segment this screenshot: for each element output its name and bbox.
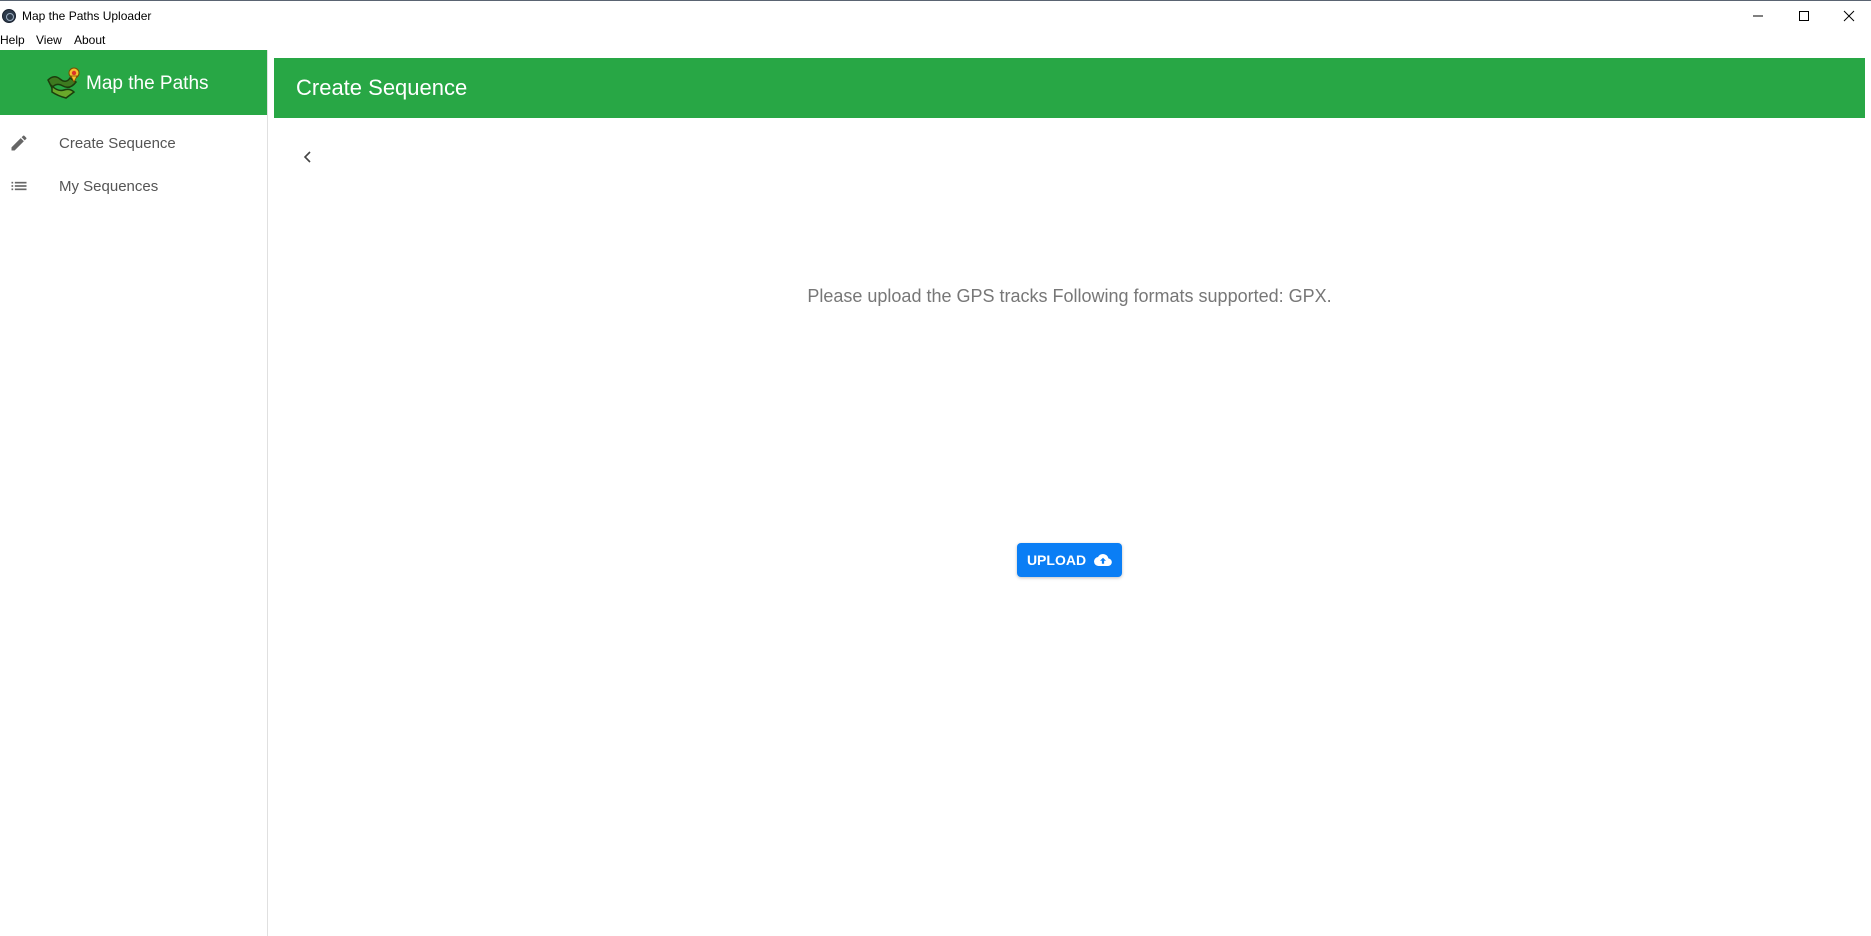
- menu-about[interactable]: About: [74, 33, 105, 47]
- back-button[interactable]: [302, 145, 314, 169]
- sidebar-item-label: Create Sequence: [59, 135, 176, 152]
- menu-bar: Help View About: [0, 30, 1871, 50]
- menu-view[interactable]: View: [36, 33, 62, 47]
- close-button[interactable]: [1826, 1, 1871, 31]
- cloud-upload-icon: [1094, 554, 1112, 566]
- title-bar: Map the Paths Uploader: [0, 0, 1871, 30]
- page-title: Create Sequence: [296, 75, 468, 100]
- sidebar-item-create-sequence[interactable]: Create Sequence: [0, 123, 267, 163]
- app-icon: [2, 9, 16, 23]
- brand-header[interactable]: Map the Paths: [0, 50, 267, 115]
- sidebar-item-my-sequences[interactable]: My Sequences: [0, 166, 267, 206]
- upload-button[interactable]: UPLOAD: [1017, 543, 1122, 577]
- maximize-button[interactable]: [1781, 1, 1827, 31]
- sidebar: Map the Paths Create Sequence My Sequenc…: [0, 50, 268, 936]
- chevron-left-icon: [303, 151, 311, 163]
- page-header: Create Sequence: [274, 58, 1865, 118]
- pencil-icon: [11, 135, 27, 151]
- map-logo-icon: [47, 67, 80, 99]
- brand-name: Map the Paths: [86, 73, 209, 94]
- minimize-icon: [1753, 15, 1763, 17]
- list-icon: [11, 181, 27, 191]
- minimize-button[interactable]: [1735, 1, 1781, 31]
- menu-help[interactable]: Help: [0, 33, 25, 47]
- upload-button-label: UPLOAD: [1026, 552, 1087, 568]
- close-icon: [1843, 10, 1855, 22]
- maximize-icon: [1799, 11, 1809, 21]
- window-title: Map the Paths Uploader: [22, 9, 152, 23]
- sidebar-item-label: My Sequences: [59, 178, 159, 195]
- upload-instructions: Please upload the GPS tracks Following f…: [807, 286, 1332, 306]
